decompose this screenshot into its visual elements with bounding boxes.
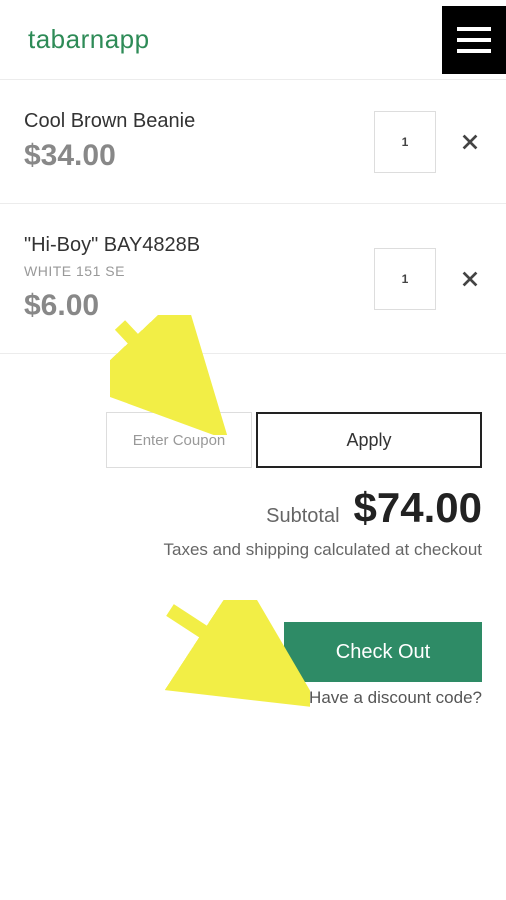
cart-item: Cool Brown Beanie $34.00 1 [0,80,506,204]
hamburger-line [457,38,491,42]
refresh-button[interactable] [208,625,262,679]
subtotal-label: Subtotal [266,505,339,528]
item-name: "Hi-Boy" BAY4828B [24,234,374,257]
item-variant: WHITE 151 SE [24,263,374,279]
item-price: $34.00 [24,139,374,173]
checkout-button[interactable]: Check Out [284,622,482,682]
remove-button[interactable] [458,130,482,154]
menu-button[interactable] [442,6,506,74]
cart-item: "Hi-Boy" BAY4828B WHITE 151 SE $6.00 1 [0,204,506,354]
discount-link[interactable]: Have a discount code? [0,682,506,708]
hamburger-line [457,49,491,53]
refresh-icon [220,637,250,667]
tax-note: Taxes and shipping calculated at checkou… [0,532,506,560]
item-info: Cool Brown Beanie $34.00 [24,110,374,173]
apply-button[interactable]: Apply [256,412,482,468]
close-icon [459,131,481,153]
quantity-input[interactable]: 1 [374,111,436,173]
quantity-input[interactable]: 1 [374,248,436,310]
brand-logo[interactable]: tabarnapp [0,0,178,79]
coupon-input[interactable] [106,412,252,468]
close-icon [459,268,481,290]
item-info: "Hi-Boy" BAY4828B WHITE 151 SE $6.00 [24,234,374,323]
hamburger-line [457,27,491,31]
remove-button[interactable] [458,267,482,291]
item-price: $6.00 [24,289,374,323]
item-name: Cool Brown Beanie [24,110,374,133]
subtotal-amount: $74.00 [354,484,482,532]
